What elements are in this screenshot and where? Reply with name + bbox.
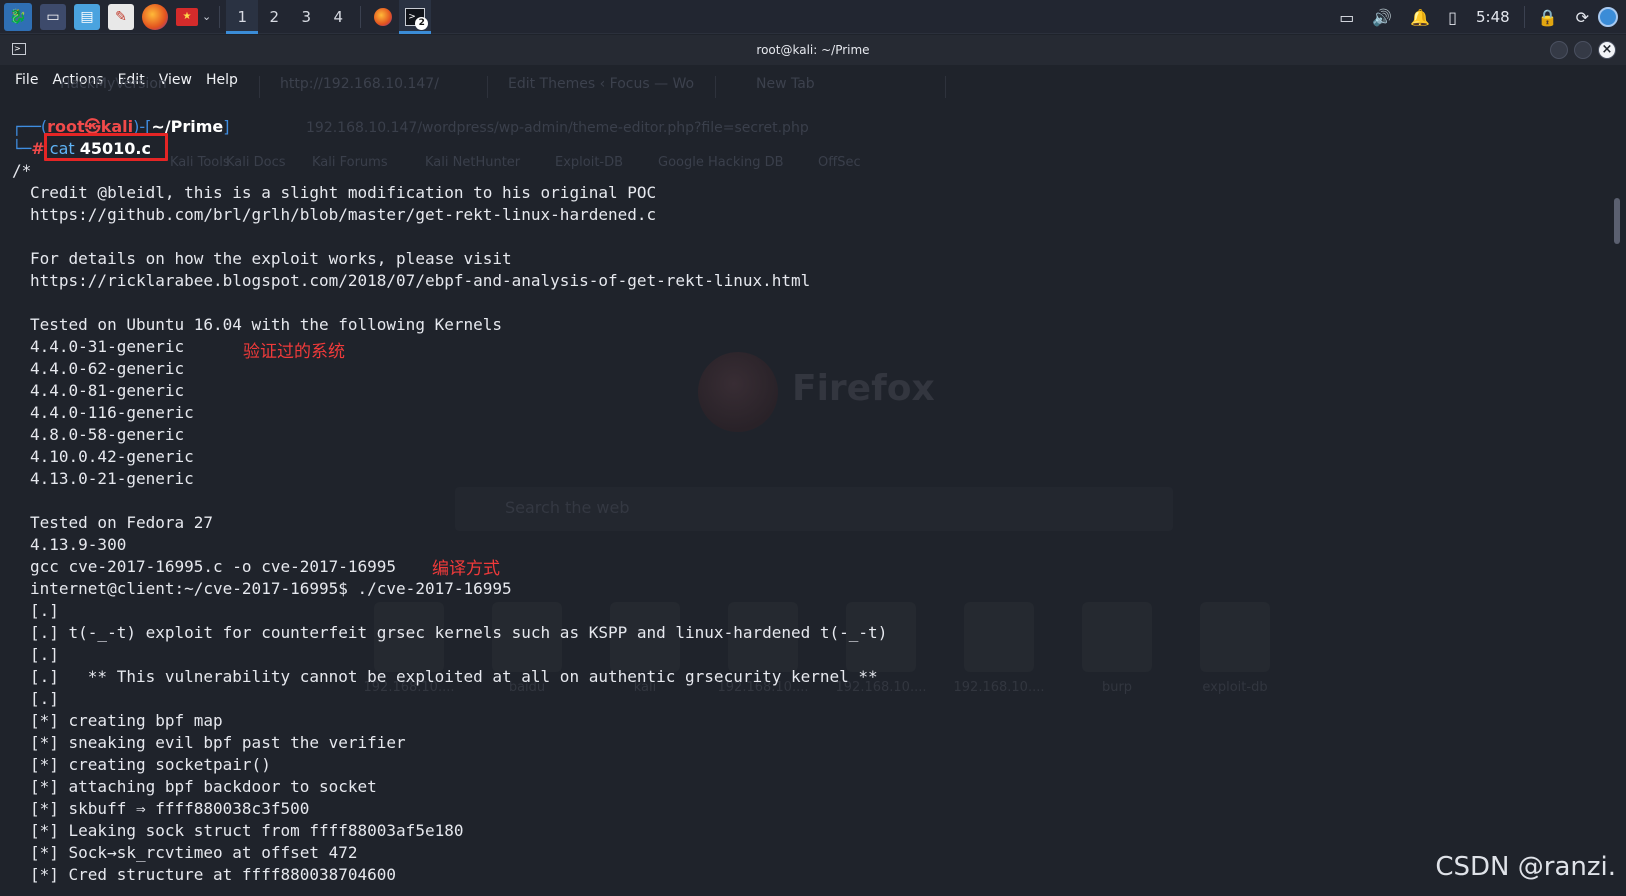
workspace-4[interactable]: 4 (322, 0, 354, 34)
task-terminal[interactable]: >_ 2 (399, 0, 432, 34)
minimize-button[interactable] (1550, 41, 1568, 59)
output-line: 4.4.0-31-generic (30, 337, 185, 356)
taskbar-separator (219, 5, 221, 28)
output-line: gcc cve-2017-16995.c -o cve-2017-16995 (30, 557, 397, 576)
output-line: 4.10.0.42-generic (30, 447, 194, 466)
output-line: 4.4.0-62-generic (30, 359, 185, 378)
output-line: [.] (30, 601, 59, 620)
maximize-button[interactable] (1574, 41, 1592, 59)
ghost-tile: 192.168.10.... (940, 602, 1058, 695)
output-line: [*] creating socketpair() (30, 755, 271, 774)
taskbar-separator (360, 5, 362, 28)
ghost-tab: Edit Themes ‹ Focus — Wo (498, 76, 716, 98)
clock[interactable]: 5:48 (1476, 8, 1510, 26)
watermark: CSDN @ranzi. (1435, 852, 1616, 882)
text-editor-icon[interactable]: ✎ (108, 3, 134, 30)
tray-separator (1523, 6, 1525, 28)
output-line: 4.13.0-21-generic (30, 469, 194, 488)
window-title: root@kali: ~/Prime (756, 43, 870, 57)
output-line: 4.13.9-300 (30, 535, 127, 554)
command-highlight-box (44, 133, 168, 161)
battery-icon[interactable]: ▯ (1448, 8, 1457, 27)
output-line: [.] (30, 645, 59, 664)
output-line: [*] sneaking evil bpf past the verifier (30, 733, 406, 752)
chevron-down-icon[interactable]: ⌄ (202, 10, 211, 23)
output-line: [*] attaching bpf backdoor to socket (30, 777, 377, 796)
output-line: [.] t(-_-t) exploit for counterfeit grse… (30, 623, 888, 642)
workspace-2[interactable]: 2 (258, 0, 290, 34)
taskbar: 🐉 ▭ ▤ ✎ ★ ⌄ 1 2 3 4 >_ 2 ▭ 🔊 🔔 ▯ 5:48 🔒 … (0, 0, 1626, 34)
workspace-3[interactable]: 3 (290, 0, 322, 34)
notification-bell-icon[interactable]: 🔔 (1410, 8, 1430, 27)
ghost-brand: Firefox (792, 368, 935, 409)
ghost-search-box: Search the web (455, 487, 1173, 531)
annotation-compile-method: 编译方式 (432, 559, 500, 579)
window-titlebar[interactable]: > root@kali: ~/Prime × (0, 35, 1626, 65)
output-line: internet@client:~/cve-2017-16995$ ./cve-… (30, 579, 512, 598)
file-manager-icon[interactable]: ▤ (74, 3, 100, 30)
firefox-icon (374, 7, 393, 26)
output-line: Tested on Ubuntu 16.04 with the followin… (30, 315, 503, 334)
output-line: [*] skbuff ⇒ ffff880038c3f500 (30, 799, 310, 818)
task-firefox[interactable] (367, 0, 399, 34)
output-line: [*] Cred structure at ffff880038704600 (30, 865, 397, 884)
volume-icon[interactable]: 🔊 (1372, 8, 1392, 27)
ghost-tab: http://192.168.10.147/ (270, 76, 488, 98)
output-line: /* (12, 161, 32, 180)
terminal-scrollbar[interactable] (1614, 198, 1620, 244)
kali-menu-icon[interactable]: 🐉 (4, 2, 32, 31)
output-line: Tested on Fedora 27 (30, 513, 214, 532)
terminal-icon[interactable]: ▭ (40, 3, 66, 30)
output-line: 4.8.0-58-generic (30, 425, 185, 444)
output-line: For details on how the exploit works, pl… (30, 249, 512, 268)
ghost-tab: HackMyVersion (50, 76, 260, 98)
close-button[interactable]: × (1598, 41, 1616, 59)
system-tray: ▭ 🔊 🔔 ▯ 5:48 🔒 ⟳ (1330, 0, 1626, 34)
workspace-1[interactable]: 1 (226, 0, 259, 34)
output-line: https://ricklarabee.blogspot.com/2018/07… (30, 271, 811, 290)
output-line: Credit @bleidl, this is a slight modific… (30, 183, 657, 202)
output-line: 4.4.0-81-generic (30, 381, 185, 400)
display-icon[interactable]: ▭ (1339, 8, 1354, 27)
user-avatar[interactable] (1598, 7, 1618, 27)
firefox-icon[interactable] (142, 3, 168, 30)
output-line: [*] Sock→sk_rcvtimeo at offset 472 (30, 843, 358, 862)
output-line: 4.4.0-116-generic (30, 403, 194, 422)
ghost-tile: burp (1058, 602, 1176, 695)
logout-icon[interactable]: ⟳ (1576, 8, 1589, 27)
annotation-verified-systems: 验证过的系统 (243, 342, 345, 362)
output-line: [*] creating bpf map (30, 711, 223, 730)
output-line: https://github.com/brl/grlh/blob/master/… (30, 205, 657, 224)
ghost-tab: New Tab (746, 76, 946, 98)
ghost-tile: exploit-db (1176, 602, 1294, 695)
flag-icon[interactable]: ★ (176, 7, 198, 26)
output-line: [.] ** This vulnerability cannot be expl… (30, 667, 878, 686)
window-count-badge: 2 (415, 16, 429, 30)
firefox-logo-icon (698, 352, 778, 432)
output-line: [*] Leaking sock struct from ffff88003af… (30, 821, 464, 840)
lock-icon[interactable]: 🔒 (1538, 8, 1558, 27)
output-line: [.] (30, 689, 59, 708)
menu-file[interactable]: File (15, 72, 38, 88)
